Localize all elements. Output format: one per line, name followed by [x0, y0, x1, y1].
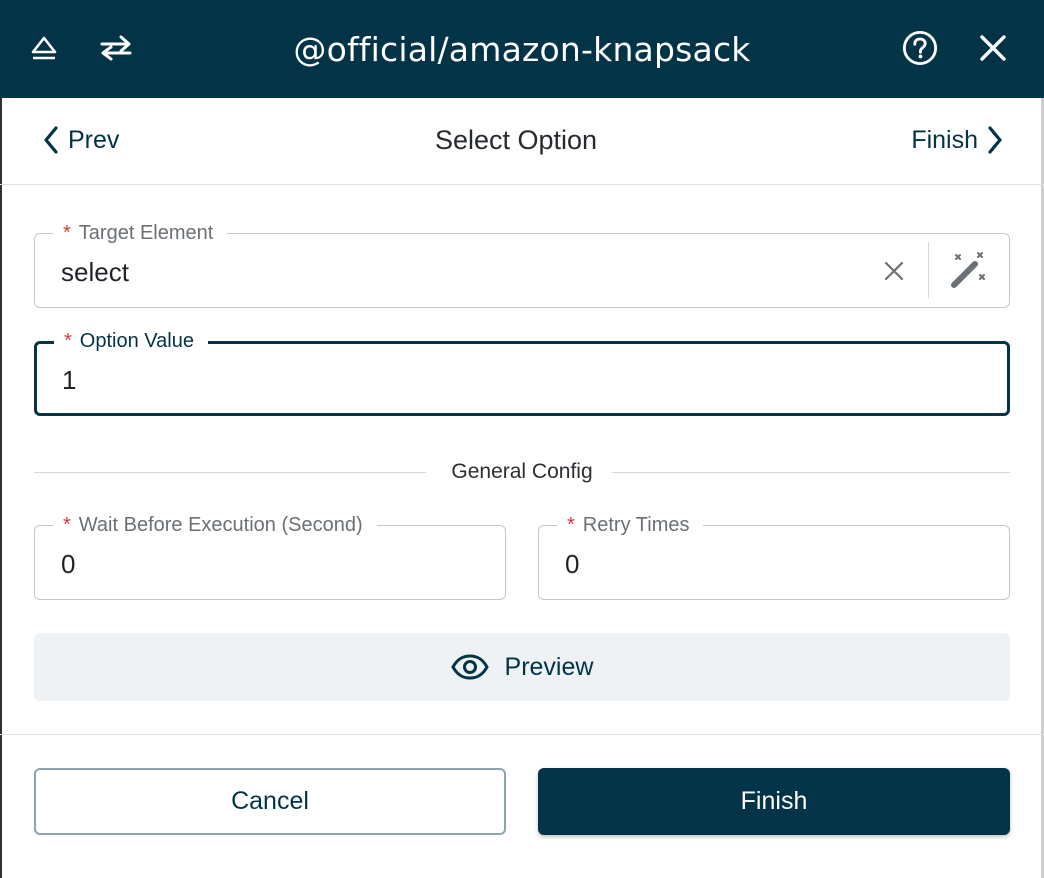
- left-edge: [0, 98, 2, 878]
- option-value-input[interactable]: 1: [62, 364, 76, 396]
- required-mark: *: [63, 222, 71, 244]
- panel-header: @official/amazon-knapsack: [0, 0, 1044, 98]
- step-title: Select Option: [434, 125, 598, 155]
- magic-wand-icon[interactable]: [945, 248, 991, 292]
- preview-label: Preview: [504, 652, 594, 681]
- wait-before-field[interactable]: * Wait Before Execution (Second) 0: [34, 513, 506, 600]
- help-icon[interactable]: [902, 30, 938, 66]
- wait-before-input[interactable]: 0: [61, 548, 75, 580]
- nav-finish-button[interactable]: Finish: [911, 122, 1004, 158]
- cancel-button[interactable]: Cancel: [34, 768, 506, 835]
- finish-label: Finish: [740, 787, 808, 815]
- required-mark: *: [567, 514, 575, 536]
- general-config-divider: General Config: [34, 458, 1010, 488]
- field-divider: [928, 242, 929, 298]
- retry-times-field[interactable]: * Retry Times 0: [538, 513, 1010, 600]
- option-value-label: * Option Value: [54, 329, 208, 353]
- required-mark: *: [63, 514, 71, 536]
- wait-before-label: * Wait Before Execution (Second): [53, 513, 377, 537]
- target-element-value[interactable]: select: [61, 256, 129, 288]
- step-editor-panel: @official/amazon-knapsack Prev Select Op…: [0, 0, 1044, 878]
- section-title: General Config: [451, 460, 593, 483]
- required-mark: *: [64, 330, 72, 352]
- finish-button[interactable]: Finish: [538, 768, 1010, 835]
- cancel-label: Cancel: [231, 787, 309, 815]
- target-element-field[interactable]: * Target Element select: [34, 221, 1010, 308]
- preview-button[interactable]: Preview: [34, 633, 1010, 701]
- footer-divider: [0, 734, 1044, 735]
- chevron-right-icon: [988, 126, 1002, 154]
- retry-times-label: * Retry Times: [557, 513, 704, 537]
- header-title: @official/amazon-knapsack: [293, 30, 751, 69]
- swap-icon[interactable]: [98, 30, 134, 66]
- prev-button[interactable]: Prev: [42, 122, 119, 158]
- clear-icon[interactable]: [879, 256, 909, 286]
- prev-label: Prev: [68, 125, 120, 154]
- collapse-icon[interactable]: [26, 30, 62, 66]
- eye-icon: [450, 654, 489, 680]
- chevron-left-icon: [44, 126, 58, 154]
- step-nav-bar: Prev Select Option Finish: [0, 98, 1044, 185]
- close-icon[interactable]: [975, 30, 1011, 66]
- option-value-field[interactable]: * Option Value 1: [34, 329, 1010, 416]
- nav-finish-label: Finish: [911, 125, 978, 154]
- retry-times-input[interactable]: 0: [565, 548, 579, 580]
- target-element-label: * Target Element: [53, 221, 228, 245]
